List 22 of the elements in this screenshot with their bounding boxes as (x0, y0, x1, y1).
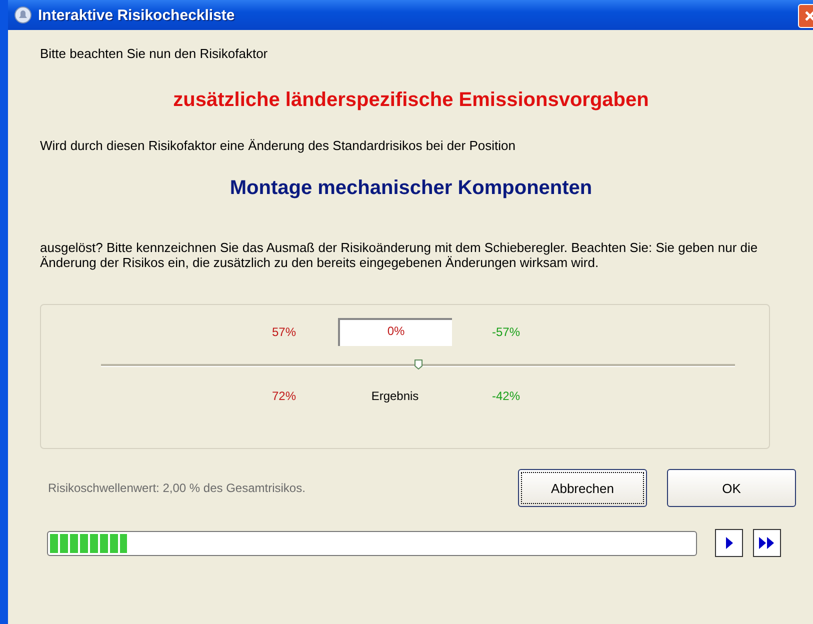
intro-text: Bitte beachten Sie nun den Risikofaktor (40, 46, 269, 61)
decrease-value: -57% (490, 325, 521, 339)
ok-button[interactable]: OK (667, 469, 796, 507)
cancel-button[interactable]: Abbrechen (518, 469, 647, 507)
result-increase-value: 72% (270, 389, 298, 403)
result-label: Ergebnis (370, 389, 420, 403)
risk-factor-heading: zusätzliche länderspezifische Emissionsvorgaben (172, 89, 650, 112)
change-input-field[interactable]: 0% (338, 318, 452, 346)
increase-value: 57% (270, 325, 298, 339)
instruction-text: ausgelöst? Bitte kennzeichnen Sie das Ausmaß der Risikoänderung mit dem Schieberegler. Beachten Sie: Sie geben nur die Änderung der Risikos ein, die zusätzlich zu den bereits eingegebenen Änderungen wirksam wird. (40, 240, 759, 270)
fast-forward-icon (758, 536, 776, 550)
result-decrease-value: -42% (490, 389, 521, 403)
fast-forward-button[interactable] (753, 529, 781, 557)
next-button[interactable] (715, 529, 743, 557)
bell-icon (14, 6, 32, 24)
position-heading: Montage mechanischer Komponenten (228, 177, 594, 200)
window-title: Interaktive Risikocheckliste (38, 6, 235, 24)
threshold-text: Risikoschwellenwert: 2,00 % des Gesamtrisikos. (48, 481, 306, 495)
slider-thumb[interactable] (414, 359, 423, 370)
play-icon (724, 536, 734, 550)
question-text: Wird durch diesen Risikofaktor eine Änderung des Standardrisikos bei der Position (40, 138, 516, 153)
close-icon (804, 10, 813, 22)
